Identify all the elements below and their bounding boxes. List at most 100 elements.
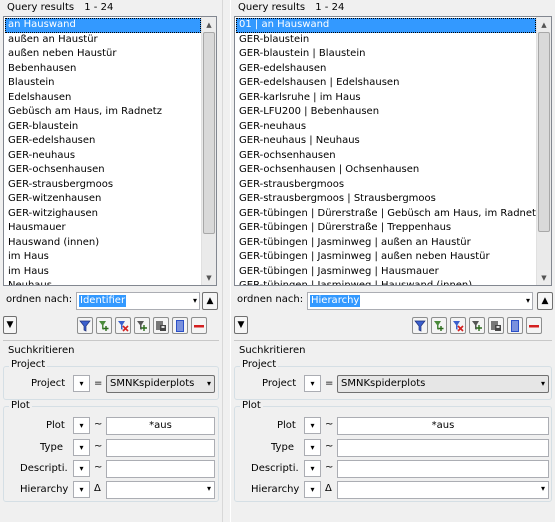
description-input[interactable]: [106, 460, 215, 478]
add-filter-button[interactable]: [96, 317, 112, 334]
type-field-button[interactable]: ▾: [304, 439, 321, 456]
add-filter-button[interactable]: [431, 317, 447, 334]
save-list-button[interactable]: [488, 317, 504, 334]
list-item[interactable]: GER-tübingen | Dürerstraße | Gebüsch am …: [236, 207, 536, 222]
list-item[interactable]: GER-blaustein: [236, 33, 536, 48]
list-item[interactable]: 01 | an Hauswand: [236, 18, 536, 33]
project-field-button[interactable]: ▾: [73, 375, 90, 392]
results-list[interactable]: 01 | an Hauswand GER-blaustein GER-blauste…: [234, 16, 552, 286]
list-item[interactable]: GER-neuhaus: [5, 149, 201, 164]
list-item[interactable]: GER-edelshausen: [5, 134, 201, 149]
list-view-icon: [176, 319, 184, 332]
list-item[interactable]: GER-tübingen | Jasminweg | Hausmauer: [236, 265, 536, 280]
results-scrollbar[interactable]: ▲ ▼: [201, 17, 216, 285]
sort-label: ordnen nach:: [237, 294, 304, 305]
plot-field-button[interactable]: ▾: [304, 417, 321, 434]
list-item[interactable]: Hausmauer: [5, 221, 201, 236]
sort-by-select[interactable]: Hierarchy ▾: [307, 292, 533, 310]
sort-by-select[interactable]: Identifier ▾: [76, 292, 200, 310]
list-item[interactable]: GER-karlsruhe | im Haus: [236, 91, 536, 106]
separator: [3, 340, 219, 341]
list-item[interactable]: GER-LFU200 | Bebenhausen: [236, 105, 536, 120]
project-select[interactable]: SMNKspiderplots ▾: [106, 375, 215, 393]
description-field-button[interactable]: ▾: [304, 460, 321, 477]
list-item[interactable]: Hauswand (innen): [5, 236, 201, 251]
list-item[interactable]: GER-edelshausen | Edelshausen: [236, 76, 536, 91]
list-item[interactable]: Neuhaus: [5, 279, 201, 285]
results-scrollbar[interactable]: ▲ ▼: [536, 17, 551, 285]
list-item[interactable]: GER-ochsenhausen: [5, 163, 201, 178]
hierarchy-select[interactable]: ▾: [337, 481, 549, 499]
list-item[interactable]: GER-strausbergmoos | Strausbergmoos: [236, 192, 536, 207]
hierarchy-field-button[interactable]: ▾: [304, 481, 321, 498]
remove-filter-button[interactable]: [115, 317, 131, 334]
list-item[interactable]: außen neben Haustür: [5, 47, 201, 62]
plot-input[interactable]: *aus: [337, 417, 549, 435]
list-item[interactable]: Blaustein: [5, 76, 201, 91]
list-item[interactable]: GER-tübingen | Jasminweg | außen neben H…: [236, 250, 536, 265]
list-item[interactable]: Gebüsch am Haus, im Radnetz: [5, 105, 201, 120]
remove-button[interactable]: [191, 317, 207, 334]
list-item[interactable]: GER-edelshausen: [236, 62, 536, 77]
add-to-list-button[interactable]: [134, 317, 150, 334]
list-view-button[interactable]: [172, 317, 188, 334]
remove-button[interactable]: [526, 317, 542, 334]
add-filter-icon: [434, 320, 444, 331]
list-item[interactable]: GER-strausbergmoos: [236, 178, 536, 193]
hierarchy-select[interactable]: ▾: [106, 481, 215, 499]
list-item[interactable]: GER-tübingen | Dürerstraße | Treppenhaus: [236, 221, 536, 236]
list-item[interactable]: GER-ochsenhausen: [236, 149, 536, 164]
add-to-list-button[interactable]: [469, 317, 485, 334]
type-input[interactable]: [337, 439, 549, 457]
scroll-up-button[interactable]: ▲: [537, 17, 551, 32]
sort-descending-button[interactable]: ▼: [234, 316, 248, 334]
project-select[interactable]: SMNKspiderplots ▾: [337, 375, 549, 393]
list-item[interactable]: GER-strausbergmoos: [5, 178, 201, 193]
list-item[interactable]: GER-neuhaus: [236, 120, 536, 135]
sort-descending-button[interactable]: ▼: [3, 316, 17, 334]
list-item[interactable]: GER-blaustein: [5, 120, 201, 135]
list-item[interactable]: außen an Haustür: [5, 33, 201, 48]
remove-filter-button[interactable]: [450, 317, 466, 334]
query-results-header: Query results 1 - 24: [7, 2, 120, 13]
project-field-button[interactable]: ▾: [304, 375, 321, 392]
list-item[interactable]: an Hauswand: [5, 18, 201, 33]
scroll-thumb[interactable]: [538, 32, 550, 232]
plot-input[interactable]: *aus: [106, 417, 215, 435]
filter-button[interactable]: [412, 317, 428, 334]
list-item[interactable]: GER-witzighausen: [5, 207, 201, 222]
list-item[interactable]: Bebenhausen: [5, 62, 201, 77]
list-item[interactable]: GER-blaustein | Blaustein: [236, 47, 536, 62]
list-item[interactable]: GER-tübingen | Jasminweg | außen an Haus…: [236, 236, 536, 251]
project-select-value: SMNKspiderplots: [341, 378, 426, 389]
project-label: Project: [262, 378, 297, 389]
list-item[interactable]: Edelshausen: [5, 91, 201, 106]
results-list-items: 01 | an Hauswand GER-blaustein GER-blauste…: [236, 18, 536, 285]
filter-button[interactable]: [77, 317, 93, 334]
scroll-thumb[interactable]: [203, 32, 215, 234]
description-input[interactable]: [337, 460, 549, 478]
list-item[interactable]: im Haus: [5, 265, 201, 280]
list-item[interactable]: GER-tübingen | Jasminweg | Hauswand (inn…: [236, 279, 536, 285]
chevron-down-icon: ▾: [206, 379, 211, 388]
sort-ascending-button[interactable]: ▲: [537, 292, 553, 310]
list-item[interactable]: GER-neuhaus | Neuhaus: [236, 134, 536, 149]
list-view-button[interactable]: [507, 317, 523, 334]
list-item[interactable]: GER-witzenhausen: [5, 192, 201, 207]
scroll-down-button[interactable]: ▼: [202, 270, 216, 285]
type-input[interactable]: [106, 439, 215, 457]
plot-field-button[interactable]: ▾: [73, 417, 90, 434]
sort-ascending-button[interactable]: ▲: [202, 292, 218, 310]
hierarchy-field-button[interactable]: ▾: [73, 481, 90, 498]
list-item[interactable]: im Haus: [5, 250, 201, 265]
save-list-button[interactable]: [153, 317, 169, 334]
type-field-button[interactable]: ▾: [73, 439, 90, 456]
scroll-up-button[interactable]: ▲: [202, 17, 216, 32]
list-item[interactable]: GER-ochsenhausen | Ochsenhausen: [236, 163, 536, 178]
results-list-items: an Hauswand außen an Haustür außen neben H…: [5, 18, 201, 285]
description-field-button[interactable]: ▾: [73, 460, 90, 477]
hierarchy-operator: Δ: [94, 483, 101, 494]
scroll-down-button[interactable]: ▼: [537, 270, 551, 285]
results-list[interactable]: an Hauswand außen an Haustür außen neben H…: [3, 16, 217, 286]
panel-splitter[interactable]: [222, 0, 231, 522]
